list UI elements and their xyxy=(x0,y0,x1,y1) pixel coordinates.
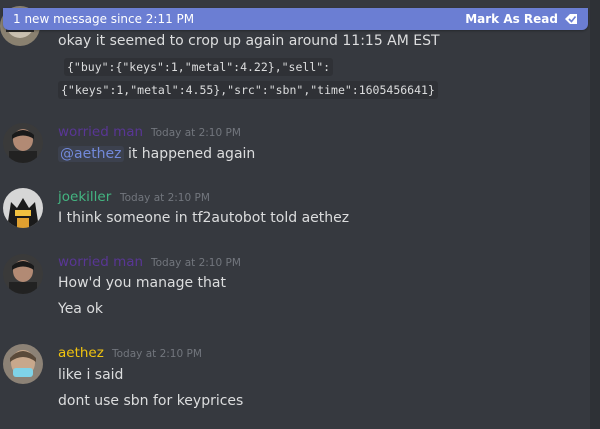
message-text: @aethez it happened again xyxy=(58,146,255,162)
author-name[interactable]: aethez xyxy=(58,345,104,361)
timestamp: Today at 2:10 PM xyxy=(151,257,241,269)
code-block-line: {"buy":{"keys":1,"metal":4.22},"sell": xyxy=(64,58,334,76)
new-messages-text: 1 new message since 2:11 PM xyxy=(13,12,195,26)
code-text: {"buy":{"keys":1,"metal":4.22},"sell": xyxy=(64,58,334,76)
timestamp: Today at 2:10 PM xyxy=(120,192,210,204)
user-mention[interactable]: @aethez xyxy=(58,146,124,162)
message-text-rest: it happened again xyxy=(123,146,256,162)
timestamp: Today at 2:10 PM xyxy=(112,348,202,360)
author-name[interactable]: joekiller xyxy=(58,189,111,205)
chat-messages: okay it seemed to crop up again around 1… xyxy=(0,0,600,429)
timestamp: Today at 2:10 PM xyxy=(151,127,241,139)
new-messages-bar[interactable]: 1 new message since 2:11 PM Mark As Read xyxy=(3,8,588,30)
message-text: I think someone in tf2autobot told aethe… xyxy=(58,210,350,226)
author-name[interactable]: worried man xyxy=(58,124,143,140)
message-text: okay it seemed to crop up again around 1… xyxy=(58,33,440,49)
code-block-line: {"keys":1,"metal":4.55},"src":"sbn","tim… xyxy=(58,81,438,99)
scrollbar-track[interactable] xyxy=(590,0,600,429)
mark-read-icon xyxy=(564,13,578,25)
mark-as-read-label: Mark As Read xyxy=(465,12,558,26)
message-text: like i said xyxy=(58,367,124,383)
avatar[interactable] xyxy=(3,344,43,384)
code-text: {"keys":1,"metal":4.55},"src":"sbn","tim… xyxy=(58,81,438,99)
message-text: dont use sbn for keyprices xyxy=(58,393,244,409)
author-name[interactable]: worried man xyxy=(58,254,143,270)
message-text: Yea ok xyxy=(58,301,104,317)
message-text: How'd you manage that xyxy=(58,275,226,291)
avatar[interactable] xyxy=(3,254,43,294)
avatar[interactable] xyxy=(3,188,43,228)
mark-as-read-button[interactable]: Mark As Read xyxy=(465,12,578,26)
avatar[interactable] xyxy=(3,123,43,163)
